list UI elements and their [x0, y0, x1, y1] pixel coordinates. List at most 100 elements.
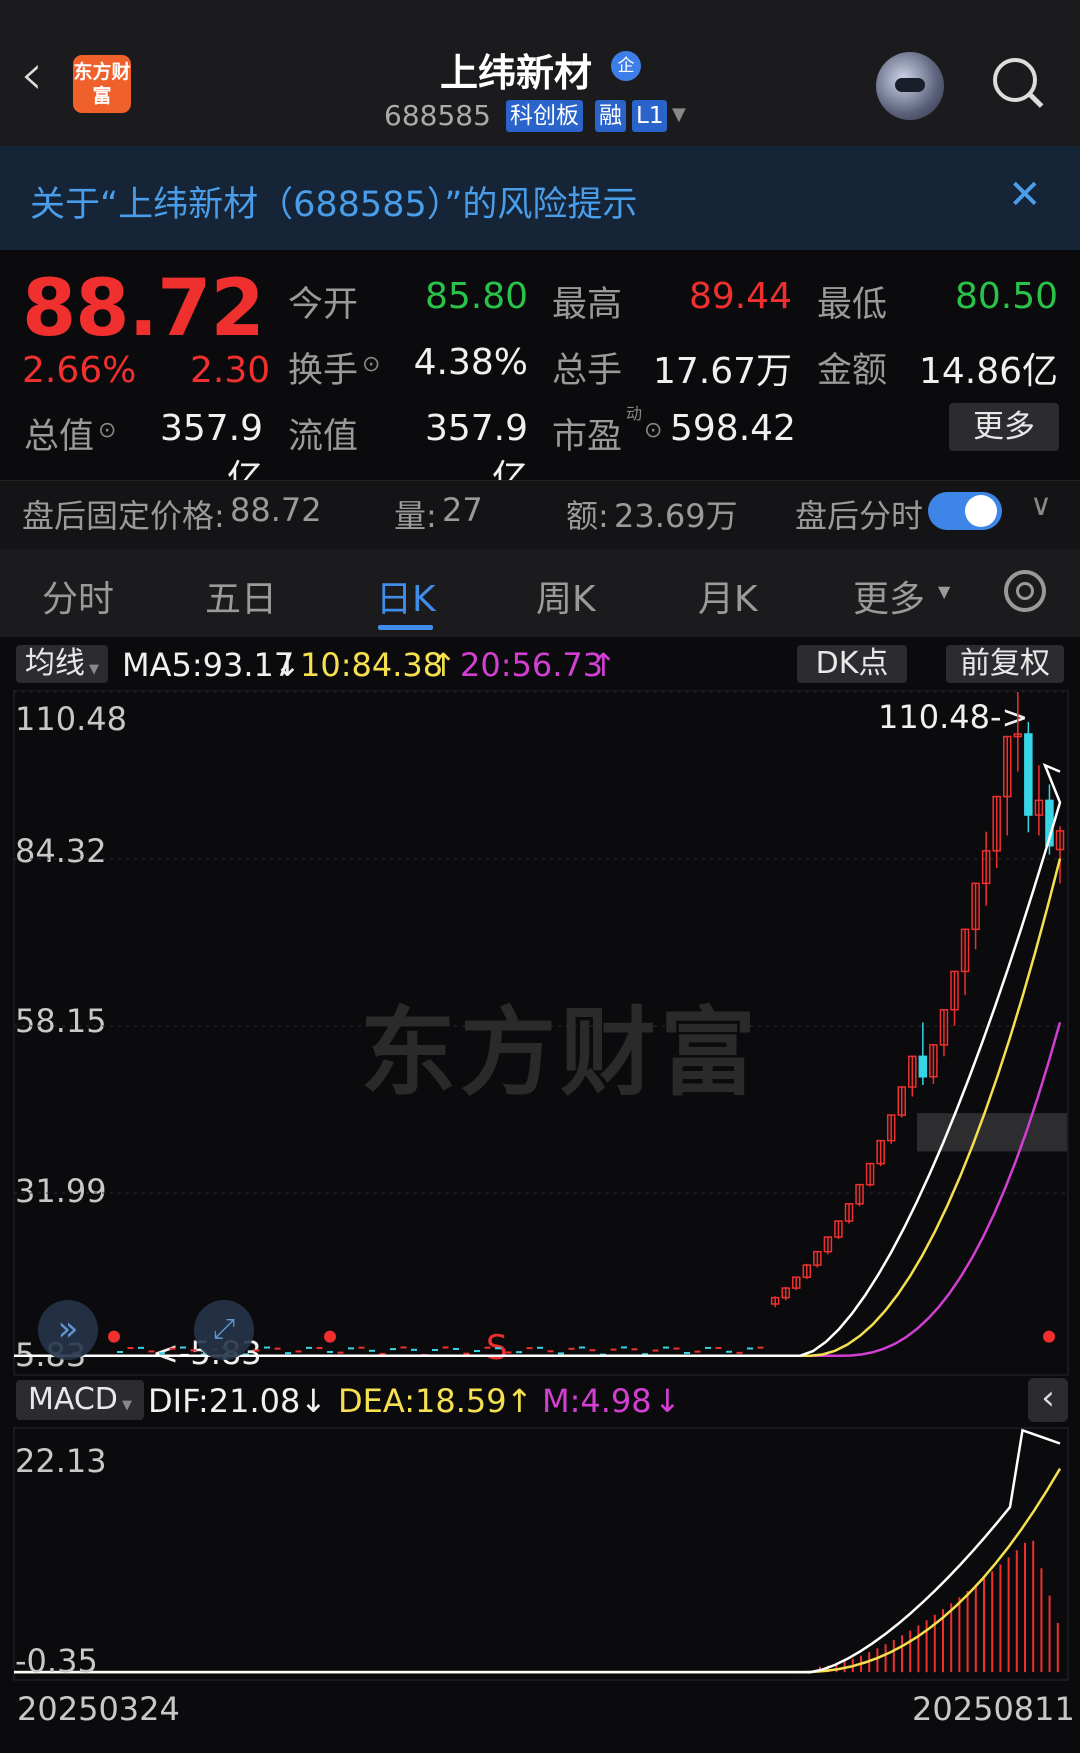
after-hours-vol-label: 量:	[394, 497, 437, 535]
caret-down-icon: ▼	[84, 662, 100, 677]
more-button[interactable]: 更多	[949, 403, 1059, 451]
ma20-line	[14, 1021, 1062, 1357]
ma10-line	[14, 858, 1062, 1357]
after-hours-price: 88.72	[230, 491, 322, 529]
info-circle-icon[interactable]: ⊙	[362, 352, 380, 377]
chevron-left-icon[interactable]: ‹	[20, 44, 43, 104]
candle-body	[673, 1347, 680, 1350]
candle-body	[558, 1352, 564, 1355]
candle-body	[274, 1347, 281, 1350]
candle-body	[495, 1347, 501, 1350]
tab-weekly-k[interactable]: 周K	[536, 570, 596, 622]
candle-body	[547, 1350, 554, 1353]
volume-value: 17.67万	[652, 351, 792, 392]
turnover-value: 4.38%	[413, 342, 528, 383]
candle-body	[253, 1349, 260, 1352]
tag-margin: 融	[595, 100, 626, 132]
candle-body	[369, 1349, 375, 1352]
amount-label: 金额	[817, 351, 888, 391]
cost-band	[917, 1113, 1067, 1152]
after-hours-amt-label: 额:	[566, 497, 609, 535]
candle-body	[169, 1347, 176, 1350]
signal-dot	[1043, 1330, 1055, 1343]
ma-lines	[14, 762, 1062, 1357]
candle-body	[663, 1346, 669, 1349]
ma20-up-arrow-icon: ↑	[590, 646, 617, 684]
candle-body	[610, 1348, 617, 1351]
candle-body	[358, 1346, 365, 1349]
candle-body	[348, 1347, 354, 1350]
candle-body	[568, 1347, 575, 1350]
dea-line	[14, 1468, 1062, 1674]
candle-body	[138, 1346, 144, 1349]
dea-up-arrow-icon: ↑	[506, 1382, 533, 1420]
toggle-knob	[965, 495, 997, 527]
candle-body	[726, 1350, 732, 1353]
pe-superscript: 动	[626, 404, 643, 423]
after-hours-vol: 27	[442, 491, 483, 529]
price-panel-frame	[13, 690, 1069, 1376]
pe-value: 598.42	[670, 408, 796, 449]
expand-left-icon[interactable]: »	[38, 1300, 98, 1360]
ma20-value: 20:56.73	[460, 646, 604, 684]
candle-body	[757, 1346, 764, 1349]
status-bar	[0, 0, 1080, 18]
candle-body	[684, 1351, 690, 1354]
fullscreen-icon[interactable]: ⤢	[194, 1300, 254, 1360]
candle-body	[694, 1350, 701, 1353]
tab-more[interactable]: 更多	[853, 570, 925, 622]
tab-monthly-k[interactable]: 月K	[698, 570, 758, 622]
candle-body	[148, 1350, 155, 1353]
gear-icon-center	[1016, 582, 1034, 600]
macd-axis-label: -0.35	[15, 1642, 98, 1680]
candle-body	[442, 1346, 449, 1349]
pe-label: 市盈	[552, 417, 623, 457]
tab-intraday[interactable]: 分时	[42, 570, 114, 622]
info-circle-icon[interactable]: ⊙	[644, 418, 662, 443]
risk-notice-text[interactable]: 关于“上纬新材（688585）”的风险提示	[30, 176, 637, 227]
float-cap-label: 流值	[288, 417, 359, 457]
candle-body	[652, 1349, 659, 1352]
dk-point-button[interactable]: DK点	[797, 645, 907, 683]
turnover-label: 换手	[288, 351, 359, 391]
tag-star-market: 科创板	[506, 100, 583, 132]
ma-selector[interactable]: 均线 ▼	[16, 645, 108, 683]
m-down-arrow-icon: ↓	[654, 1382, 681, 1420]
candle-body	[306, 1346, 312, 1349]
date-end-label: 20250811	[912, 1690, 1075, 1728]
candle-body	[715, 1346, 722, 1349]
chevron-down-icon[interactable]: ∨	[1030, 488, 1052, 523]
app-logo[interactable]: 东方财富	[73, 55, 131, 113]
high-label: 最高	[552, 285, 623, 325]
macd-selector-label: MACD	[27, 1382, 118, 1417]
amount-value: 14.86亿	[918, 351, 1058, 392]
close-icon[interactable]: ✕	[1008, 172, 1042, 218]
change-percent: 2.66%	[22, 350, 137, 391]
macd-selector[interactable]: MACD ▼	[16, 1380, 144, 1420]
caret-down-icon[interactable]: ▼	[672, 104, 686, 125]
candle-body	[316, 1347, 323, 1350]
candle-body	[505, 1351, 512, 1354]
m-value: M:4.98	[542, 1382, 652, 1420]
candles	[108, 692, 1065, 1356]
date-start-label: 20250324	[17, 1690, 180, 1728]
dif-line	[14, 1428, 1061, 1674]
robot-visor	[895, 78, 925, 92]
collapse-panel-icon[interactable]: ‹	[1028, 1378, 1068, 1422]
candle-body	[180, 1346, 186, 1349]
low-label: 最低	[817, 285, 888, 325]
candle-body	[631, 1348, 638, 1351]
kline-chart[interactable]	[0, 690, 1080, 1690]
candle-body	[705, 1346, 711, 1349]
candle-body	[295, 1350, 302, 1353]
macd-chart	[14, 1428, 1062, 1674]
candle-body	[621, 1346, 627, 1349]
after-hours-toggle-label: 盘后分时	[795, 497, 924, 535]
candle-body	[537, 1346, 543, 1349]
info-circle-icon[interactable]: ⊙	[98, 418, 116, 443]
tab-daily-k[interactable]: 日K	[376, 570, 436, 622]
stock-name: 上纬新材	[440, 51, 593, 95]
adjust-button[interactable]: 前复权	[946, 645, 1064, 683]
ma5-line	[14, 762, 1062, 1357]
tab-five-day[interactable]: 五日	[205, 570, 277, 622]
